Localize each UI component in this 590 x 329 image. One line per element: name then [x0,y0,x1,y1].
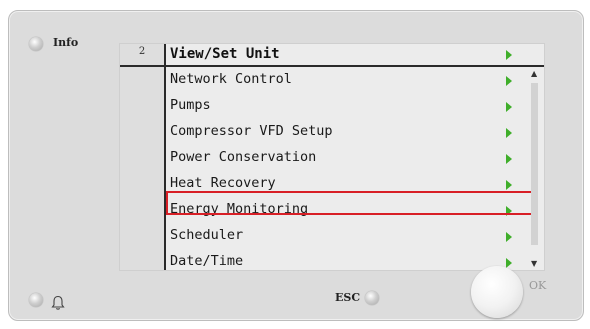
bell-icon [51,295,65,310]
ok-label: OK [529,279,547,292]
esc-label: ESC [335,291,361,304]
menu-item-label: Pumps [170,97,211,113]
controller-panel: Info 2 View/Set Unit Network Control Pum… [8,10,584,321]
menu-item-label: Heat Recovery [170,175,276,191]
submenu-arrow-icon [506,76,512,86]
menu-item-label: Compressor VFD Setup [170,123,333,139]
menu-item-label: Scheduler [170,227,244,243]
ok-knob-icon[interactable] [471,266,523,318]
submenu-arrow-icon [506,154,512,164]
submenu-arrow-icon [506,128,512,138]
selection-highlight [166,191,536,215]
display-screen: 2 View/Set Unit Network Control Pumps Co… [119,43,545,271]
scroll-thumb[interactable] [531,83,538,245]
submenu-arrow-icon [506,102,512,112]
submenu-arrow-icon [506,232,512,242]
menu-item-power-conservation[interactable]: Power Conservation [120,145,544,171]
menu-item-compressor-vfd-setup[interactable]: Compressor VFD Setup [120,119,544,145]
menu-item-network-control[interactable]: Network Control [120,67,544,93]
submenu-arrow-icon [506,180,512,190]
menu-item-label: Power Conservation [170,149,317,165]
info-label: Info [53,36,79,49]
screen-title: View/Set Unit [170,46,280,62]
page-number: 2 [138,46,146,57]
info-button-icon[interactable] [29,37,43,51]
scroll-up-icon[interactable]: ▲ [531,70,537,78]
scrollbar[interactable]: ▲ ▼ [528,67,542,270]
scroll-down-icon[interactable]: ▼ [531,260,537,268]
esc-button-icon[interactable] [365,291,379,305]
menu-item-label: Date/Time [170,253,244,269]
submenu-arrow-icon [506,258,512,268]
alarm-led-icon[interactable] [29,293,43,307]
menu-item-pumps[interactable]: Pumps [120,93,544,119]
menu-item-scheduler[interactable]: Scheduler [120,223,544,249]
menu-item-label: Network Control [170,71,292,87]
title-arrow-icon [506,50,512,60]
